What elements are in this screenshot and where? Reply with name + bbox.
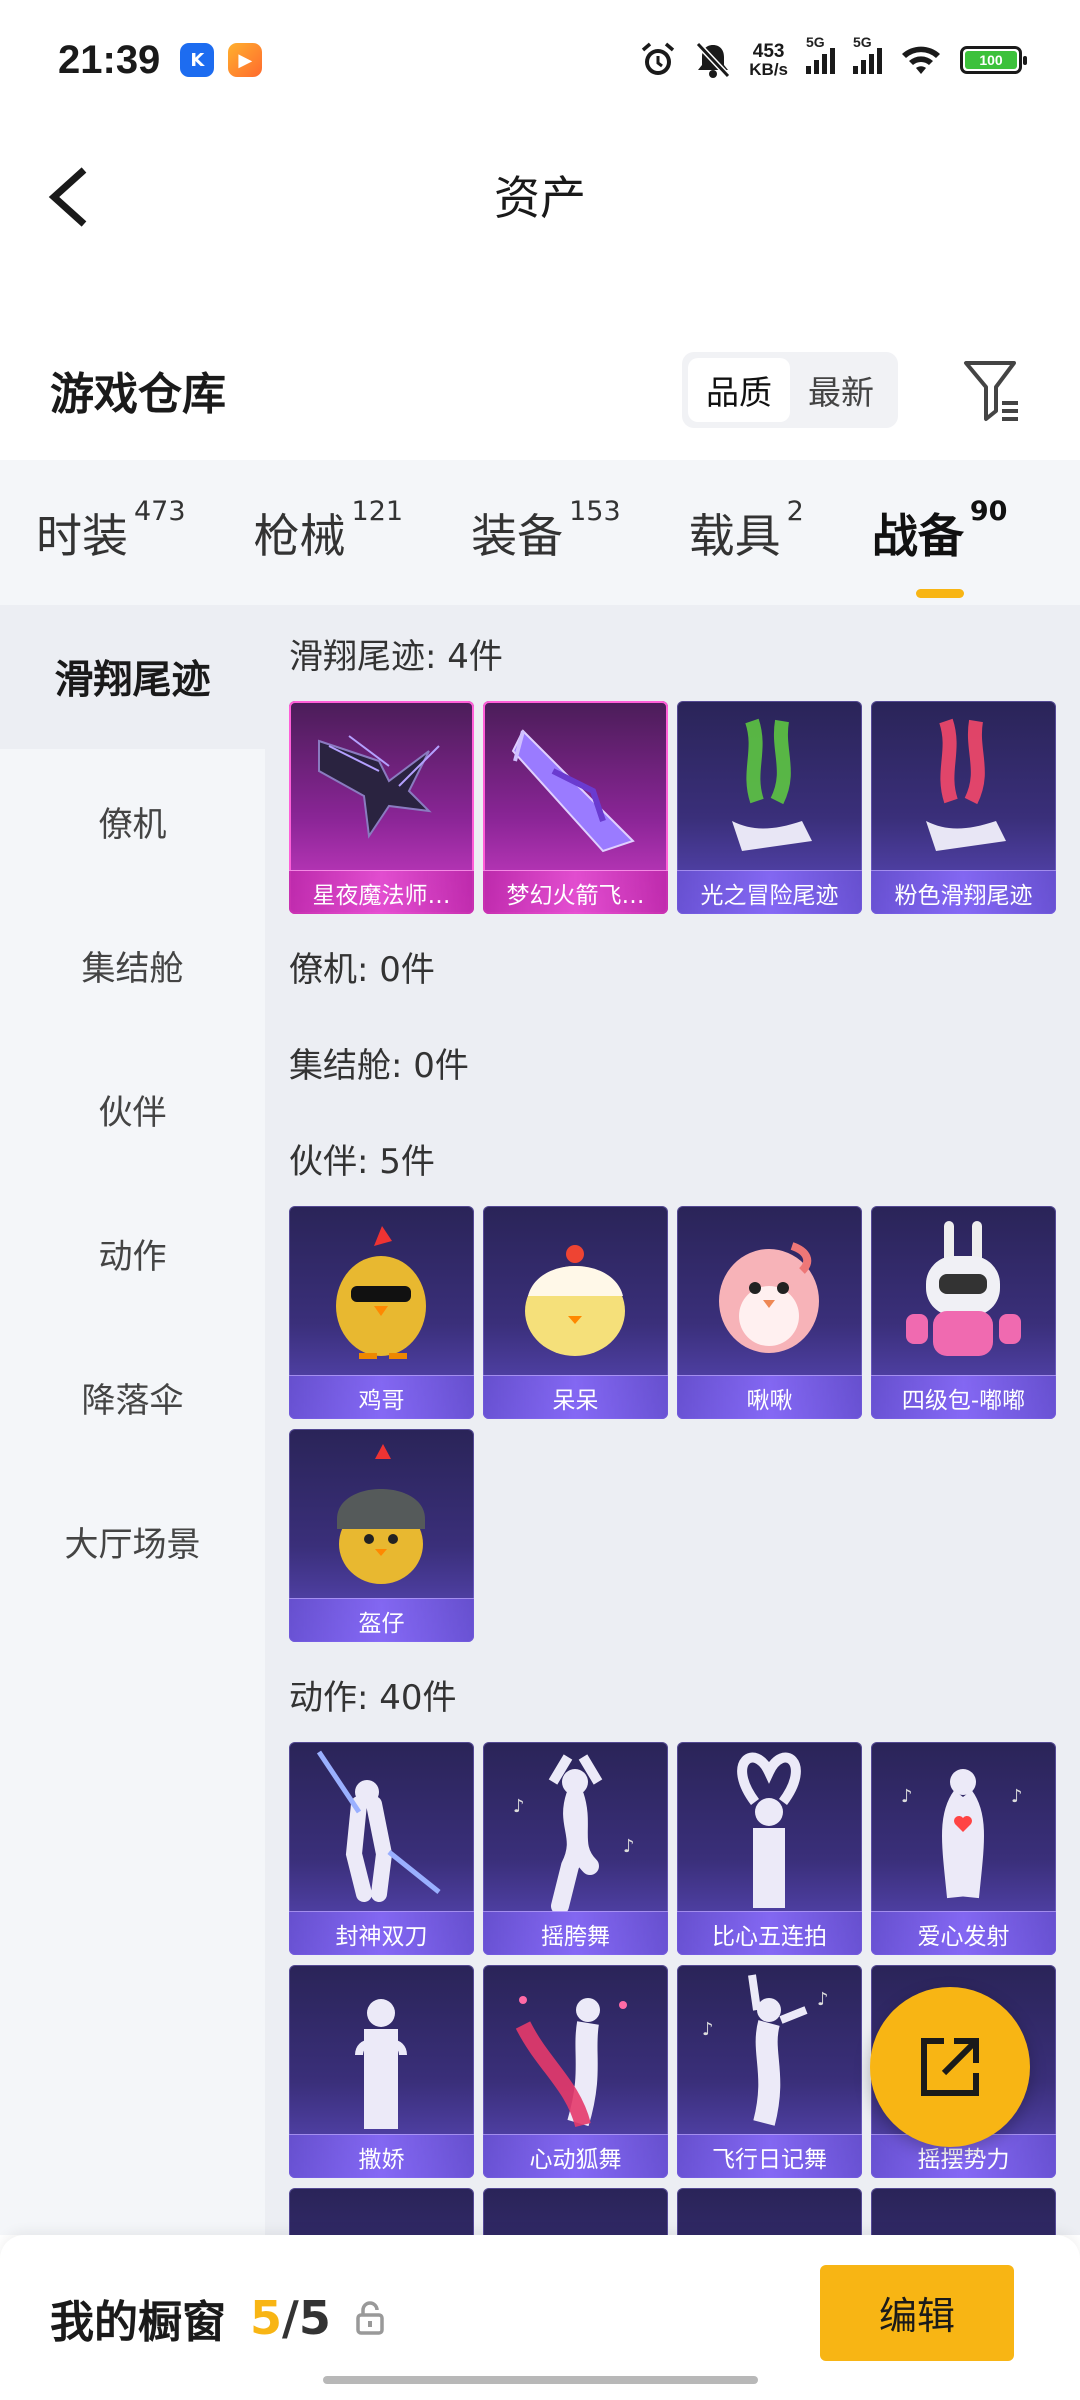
- section-title-emote: 动作: 40件: [289, 1677, 457, 1718]
- battery-icon: 100: [960, 46, 1027, 74]
- item-card[interactable]: [871, 2188, 1056, 2235]
- filter-icon[interactable]: [958, 355, 1028, 425]
- signal-1-icon: 5G: [806, 34, 835, 74]
- cute-pose-icon: [355, 1999, 407, 2129]
- back-arrow-icon[interactable]: [44, 162, 104, 232]
- pink-bird-icon: [719, 1242, 819, 1353]
- network-speed: 453 KB/s: [749, 41, 788, 79]
- chicken-sunglasses-icon: [336, 1226, 426, 1359]
- svg-text:♪: ♪: [513, 1796, 525, 1817]
- alarm-icon: [642, 42, 675, 75]
- warehouse-title: 游戏仓库: [50, 369, 226, 420]
- section-title-glide: 滑翔尾迹: 4件: [289, 636, 503, 677]
- tab-supplies[interactable]: 战备 90: [872, 496, 1007, 598]
- sort-newest-button[interactable]: 最新: [790, 358, 892, 422]
- sort-quality-button[interactable]: 品质: [688, 358, 790, 422]
- sidebar-item-wingman[interactable]: 僚机: [0, 749, 265, 893]
- sidebar-item-partner[interactable]: 伙伴: [0, 1037, 265, 1181]
- rocket-glider-icon: [511, 729, 635, 853]
- signal-2-icon: 5G: [853, 34, 882, 74]
- svg-text:♪: ♪: [1011, 1786, 1023, 1807]
- share-fab[interactable]: [870, 1987, 1030, 2147]
- sidebar-item-lobby[interactable]: 大厅场景: [0, 1469, 265, 1613]
- status-time: 21:39: [58, 37, 161, 82]
- chick-helmet-icon: [337, 1444, 425, 1584]
- item-card[interactable]: ♪ ♪ 摇胯舞: [483, 1742, 668, 1955]
- svg-text:♪: ♪: [817, 1989, 829, 2010]
- item-card[interactable]: 鸡哥: [289, 1206, 474, 1419]
- sidebar: 滑翔尾迹 僚机 集结舱 伙伴 动作 降落伞 大厅场景: [0, 605, 265, 2235]
- status-bar: 21:39 K ▶ 453 KB/s 5G 5G 100: [0, 0, 1080, 120]
- item-card[interactable]: 梦幻火箭飞…: [483, 701, 668, 914]
- tab-vehicles[interactable]: 载具 2: [689, 496, 804, 566]
- item-card[interactable]: 四级包-嘟嘟: [871, 1206, 1056, 1419]
- sidebar-item-pod[interactable]: 集结舱: [0, 893, 265, 1037]
- item-card[interactable]: ♪ ♪ 飞行日记舞: [677, 1965, 862, 2178]
- item-card[interactable]: 星夜魔法师…: [289, 701, 474, 914]
- green-trail-icon: [732, 718, 812, 851]
- app-k-icon: K: [180, 43, 215, 77]
- mute-bell-icon: [696, 41, 731, 79]
- wifi-icon: [902, 46, 940, 74]
- hip-dance-icon: ♪♪: [513, 1754, 635, 1912]
- item-card[interactable]: 比心五连拍: [677, 1742, 862, 1955]
- active-tab-indicator: [915, 588, 964, 598]
- sidebar-item-glide-trail[interactable]: 滑翔尾迹: [0, 605, 265, 749]
- app-header: 资产: [0, 140, 1080, 250]
- pink-trail-icon: [926, 718, 1006, 851]
- item-card[interactable]: ♪ ♪ 爱心发射: [871, 1742, 1056, 1955]
- share-icon: [921, 2038, 979, 2096]
- item-card[interactable]: 啾啾: [677, 1206, 862, 1419]
- sidebar-item-emote[interactable]: 动作: [0, 1181, 265, 1325]
- tab-fashion[interactable]: 时装 473: [36, 496, 186, 566]
- section-title-wingman: 僚机: 0件: [289, 949, 435, 990]
- item-card[interactable]: 撒娇: [289, 1965, 474, 2178]
- robot-bunny-icon: [906, 1221, 1021, 1356]
- item-card[interactable]: 呆呆: [483, 1206, 668, 1419]
- item-card[interactable]: 粉色滑翔尾迹: [871, 701, 1056, 914]
- svg-text:♪: ♪: [702, 2019, 714, 2040]
- fox-dance-icon: [515, 1996, 627, 2128]
- page-title: 资产: [494, 171, 586, 225]
- home-indicator[interactable]: [323, 2376, 758, 2384]
- item-card[interactable]: 盔仔: [289, 1429, 474, 1642]
- chick-eggshell-icon: [525, 1245, 625, 1356]
- dual-blade-pose-icon: [316, 1750, 441, 1902]
- sidebar-item-parachute[interactable]: 降落伞: [0, 1325, 265, 1469]
- item-card[interactable]: [677, 2188, 862, 2235]
- sort-toggle: 品质 最新: [682, 352, 898, 428]
- svg-text:♪: ♪: [901, 1786, 913, 1807]
- heart-hands-icon: [737, 1752, 801, 1908]
- showcase-label: 我的橱窗: [50, 2296, 226, 2348]
- showcase-bar: 我的橱窗 5/5 编辑: [0, 2235, 1080, 2400]
- item-card[interactable]: [289, 2188, 474, 2235]
- heart-launch-icon: ♪ ♪: [901, 1769, 1023, 1899]
- section-title-pod: 集结舱: 0件: [289, 1045, 469, 1086]
- item-card[interactable]: 光之冒险尾迹: [677, 701, 862, 914]
- tab-equipment[interactable]: 装备 153: [471, 496, 621, 566]
- item-card[interactable]: 封神双刀: [289, 1742, 474, 1955]
- unlock-icon: [356, 2300, 384, 2335]
- category-tabs: 时装 473 枪械 121 装备 153 载具 2 战备 90: [0, 460, 1080, 605]
- item-card[interactable]: [483, 2188, 668, 2235]
- item-card[interactable]: 心动狐舞: [483, 1965, 668, 2178]
- wings-icon: [318, 735, 440, 839]
- tab-guns[interactable]: 枪械 121: [254, 496, 404, 566]
- warehouse-row: 游戏仓库 品质 最新: [0, 340, 1080, 440]
- video-app-icon: ▶: [228, 43, 263, 77]
- section-title-partner: 伙伴: 5件: [289, 1141, 435, 1182]
- edit-button[interactable]: 编辑: [820, 2264, 1014, 2361]
- showcase-count: 5/5: [250, 2290, 331, 2345]
- svg-text:♪: ♪: [623, 1836, 635, 1857]
- flight-dance-icon: ♪♪: [702, 1974, 829, 2126]
